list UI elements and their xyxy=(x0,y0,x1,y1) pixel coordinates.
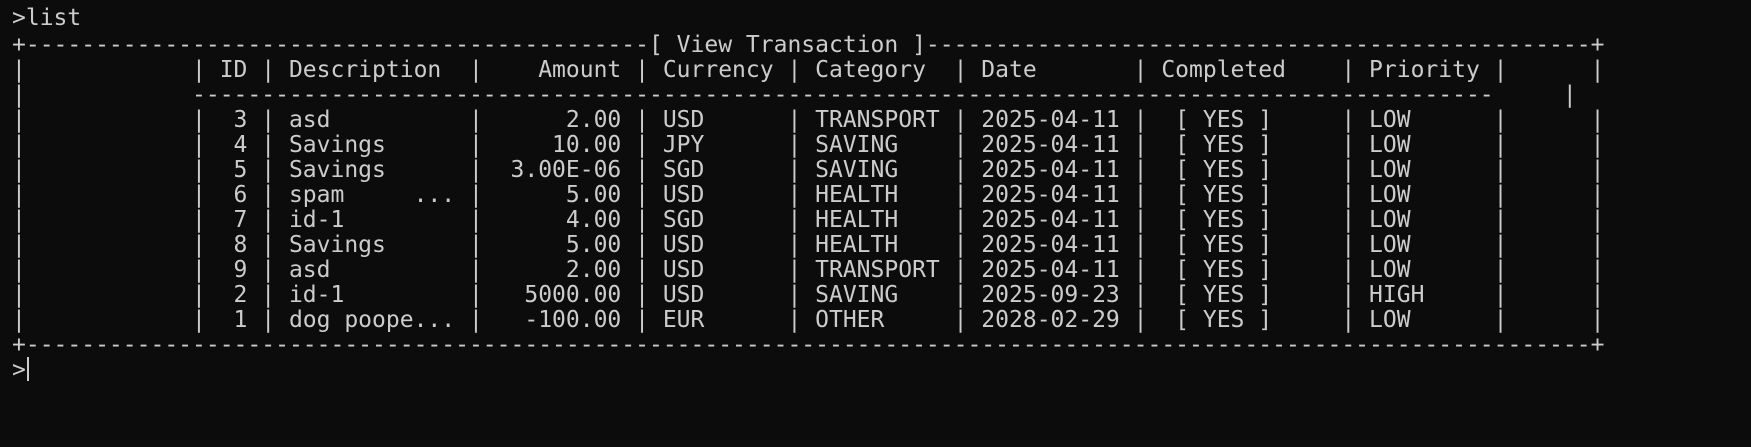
header-separator: | --------------------------------------… xyxy=(12,82,1577,108)
prompt-symbol: > xyxy=(12,357,26,383)
table-row: | | 9 | asd | 2.00 | USD | TRANSPORT | 2… xyxy=(12,257,1605,283)
text-cursor xyxy=(26,357,29,381)
table-row: | | 2 | id-1 | 5000.00 | USD | SAVING | … xyxy=(12,282,1605,308)
table-row: | | 6 | spam ... | 5.00 | USD | HEALTH |… xyxy=(12,182,1605,208)
table-bottom-border: +---------------------------------------… xyxy=(12,332,1605,358)
table-row: | | 7 | id-1 | 4.00 | SGD | HEALTH | 202… xyxy=(12,207,1605,233)
table-row: | | 3 | asd | 2.00 | USD | TRANSPORT | 2… xyxy=(12,107,1605,133)
table-row: | | 8 | Savings | 5.00 | USD | HEALTH | … xyxy=(12,232,1605,258)
table-header-row: | | ID | Description | Amount | Currency… xyxy=(12,57,1605,83)
prompt-line[interactable]: > xyxy=(12,356,29,384)
table-row: | | 1 | dog poope... | -100.00 | EUR | O… xyxy=(12,307,1605,333)
terminal-window[interactable]: >list +---------------------------------… xyxy=(0,0,1751,447)
table-row: | | 5 | Savings | 3.00E-06 | SGD | SAVIN… xyxy=(12,157,1605,183)
command-line: >list xyxy=(12,5,82,31)
table-top-border: +---------------------------------------… xyxy=(12,32,1605,58)
table-row: | | 4 | Savings | 10.00 | JPY | SAVING |… xyxy=(12,132,1605,158)
